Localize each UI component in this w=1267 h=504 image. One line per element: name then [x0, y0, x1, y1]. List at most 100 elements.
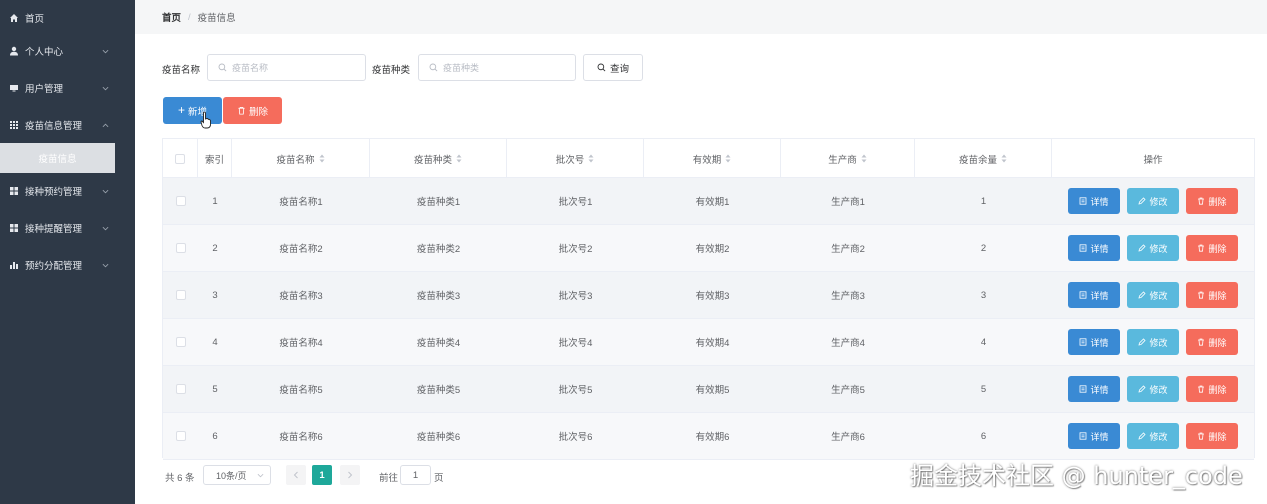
row-select-cell[interactable]	[163, 225, 198, 271]
sidebar-item-profile[interactable]: 个人中心	[0, 33, 135, 69]
cell-index: 6	[212, 430, 218, 442]
sidebar-item-label: 接种提醒管理	[25, 224, 83, 235]
edit-button[interactable]: 修改	[1127, 282, 1179, 308]
delete-button[interactable]: 删除	[1186, 282, 1238, 308]
prev-page-button[interactable]	[286, 465, 306, 485]
cell-name: 疫苗名称1	[279, 197, 323, 208]
detail-button[interactable]: 详情	[1068, 329, 1120, 355]
cell-expiry: 有效期4	[695, 338, 730, 349]
column-header-stock[interactable]: 疫苗余量	[915, 139, 1052, 178]
vaccine-type-input-wrapper[interactable]	[418, 54, 576, 81]
row-select-cell[interactable]	[163, 319, 198, 365]
row-select-cell[interactable]	[163, 413, 198, 459]
edit-button[interactable]: 修改	[1127, 376, 1179, 402]
sidebar-item-allocation[interactable]: 预约分配管理	[0, 247, 135, 283]
edit-button[interactable]: 修改	[1127, 188, 1179, 214]
sidebar-subitem-vaccine-info[interactable]: 疫苗信息	[0, 143, 115, 173]
sort-icon[interactable]	[588, 154, 594, 163]
row-checkbox[interactable]	[175, 243, 186, 253]
delete-button[interactable]: 删除	[1186, 235, 1238, 261]
cell-maker: 生产商1	[831, 197, 865, 208]
query-button[interactable]: 查询	[583, 54, 643, 81]
delete-button[interactable]: 删除	[1186, 329, 1238, 355]
user-icon	[9, 46, 19, 56]
sidebar-item-home[interactable]: 首页	[0, 0, 135, 36]
detail-button[interactable]: 详情	[1068, 376, 1120, 402]
search-icon	[597, 63, 606, 72]
page-size-value: 10条/页	[216, 470, 247, 481]
column-header-maker[interactable]: 生产商	[781, 139, 915, 178]
header-select-all[interactable]	[163, 139, 198, 178]
sidebar-item-label: 预约分配管理	[25, 261, 83, 272]
page-number-current[interactable]: 1	[312, 465, 332, 485]
sort-icon[interactable]	[319, 154, 325, 163]
grid-icon	[9, 120, 19, 130]
column-header-expiry[interactable]: 有效期	[644, 139, 781, 178]
sort-icon[interactable]	[725, 154, 731, 163]
breadcrumb-home[interactable]: 首页	[162, 10, 181, 24]
next-page-button[interactable]	[340, 465, 360, 485]
column-header-index: 索引	[198, 139, 232, 178]
cell-expiry: 有效期1	[695, 197, 730, 208]
column-header-batch[interactable]: 批次号	[507, 139, 644, 178]
sidebar-item-reminders[interactable]: 接种提醒管理	[0, 210, 135, 246]
delete-button[interactable]: 删除	[1186, 423, 1238, 449]
cell-maker: 生产商6	[831, 432, 865, 443]
trash-icon	[1198, 197, 1205, 205]
vaccine-type-label: 疫苗种类	[372, 65, 411, 76]
vaccine-name-label: 疫苗名称	[162, 65, 201, 76]
row-select-cell[interactable]	[163, 272, 198, 318]
document-icon	[1080, 338, 1087, 346]
detail-button[interactable]: 详情	[1068, 188, 1120, 214]
edit-button[interactable]: 修改	[1127, 235, 1179, 261]
sidebar-item-label: 个人中心	[25, 47, 64, 58]
row-select-cell[interactable]	[163, 178, 198, 224]
cell-stock: 5	[980, 383, 987, 395]
trash-icon	[1198, 244, 1205, 252]
cell-expiry: 有效期3	[695, 291, 730, 302]
breadcrumb: 首页 / 疫苗信息	[135, 0, 1267, 34]
cell-batch: 批次号4	[558, 338, 593, 349]
vaccine-name-input[interactable]	[232, 62, 342, 73]
page-size-select[interactable]: 10条/页	[203, 465, 271, 485]
search-icon	[218, 63, 227, 72]
sidebar-item-users[interactable]: 用户管理	[0, 70, 135, 106]
sort-icon[interactable]	[456, 154, 462, 163]
sidebar-item-appointments[interactable]: 接种预约管理	[0, 173, 135, 209]
goto-page-input[interactable]: 1	[400, 465, 431, 485]
sidebar-item-vaccine-info[interactable]: 疫苗信息管理	[0, 107, 135, 143]
cell-name: 疫苗名称2	[279, 244, 323, 255]
row-checkbox[interactable]	[175, 431, 186, 441]
cell-index: 3	[212, 289, 218, 301]
row-checkbox[interactable]	[175, 290, 186, 300]
cell-stock: 2	[980, 242, 987, 254]
row-checkbox[interactable]	[175, 337, 186, 347]
column-header-type[interactable]: 疫苗种类	[370, 139, 507, 178]
row-checkbox[interactable]	[175, 196, 186, 206]
edit-button[interactable]: 修改	[1127, 329, 1179, 355]
cell-index: 1	[212, 195, 218, 207]
detail-button[interactable]: 详情	[1068, 423, 1120, 449]
delete-button[interactable]: 删除	[1186, 376, 1238, 402]
delete-button[interactable]: 删除	[1186, 188, 1238, 214]
breadcrumb-separator: /	[188, 11, 191, 23]
detail-button[interactable]: 详情	[1068, 282, 1120, 308]
sort-icon[interactable]	[861, 154, 867, 163]
cell-name: 疫苗名称4	[279, 338, 323, 349]
batch-delete-button[interactable]: 删除	[223, 97, 282, 124]
row-checkbox[interactable]	[175, 384, 186, 394]
breadcrumb-current: 疫苗信息	[197, 13, 236, 24]
row-select-cell[interactable]	[163, 366, 198, 412]
column-header-actions: 操作	[1143, 154, 1163, 166]
detail-button[interactable]: 详情	[1068, 235, 1120, 261]
vaccine-type-input[interactable]	[443, 62, 553, 73]
vaccine-name-input-wrapper[interactable]	[207, 54, 366, 81]
column-header-name[interactable]: 疫苗名称	[232, 139, 370, 178]
edit-button[interactable]: 修改	[1127, 423, 1179, 449]
add-button[interactable]: + 新增	[163, 97, 222, 124]
trash-icon	[1198, 385, 1205, 393]
sort-icon[interactable]	[1001, 154, 1007, 163]
cell-stock: 6	[980, 430, 987, 442]
select-all-checkbox[interactable]	[175, 153, 185, 164]
sidebar-item-label: 首页	[25, 14, 45, 25]
